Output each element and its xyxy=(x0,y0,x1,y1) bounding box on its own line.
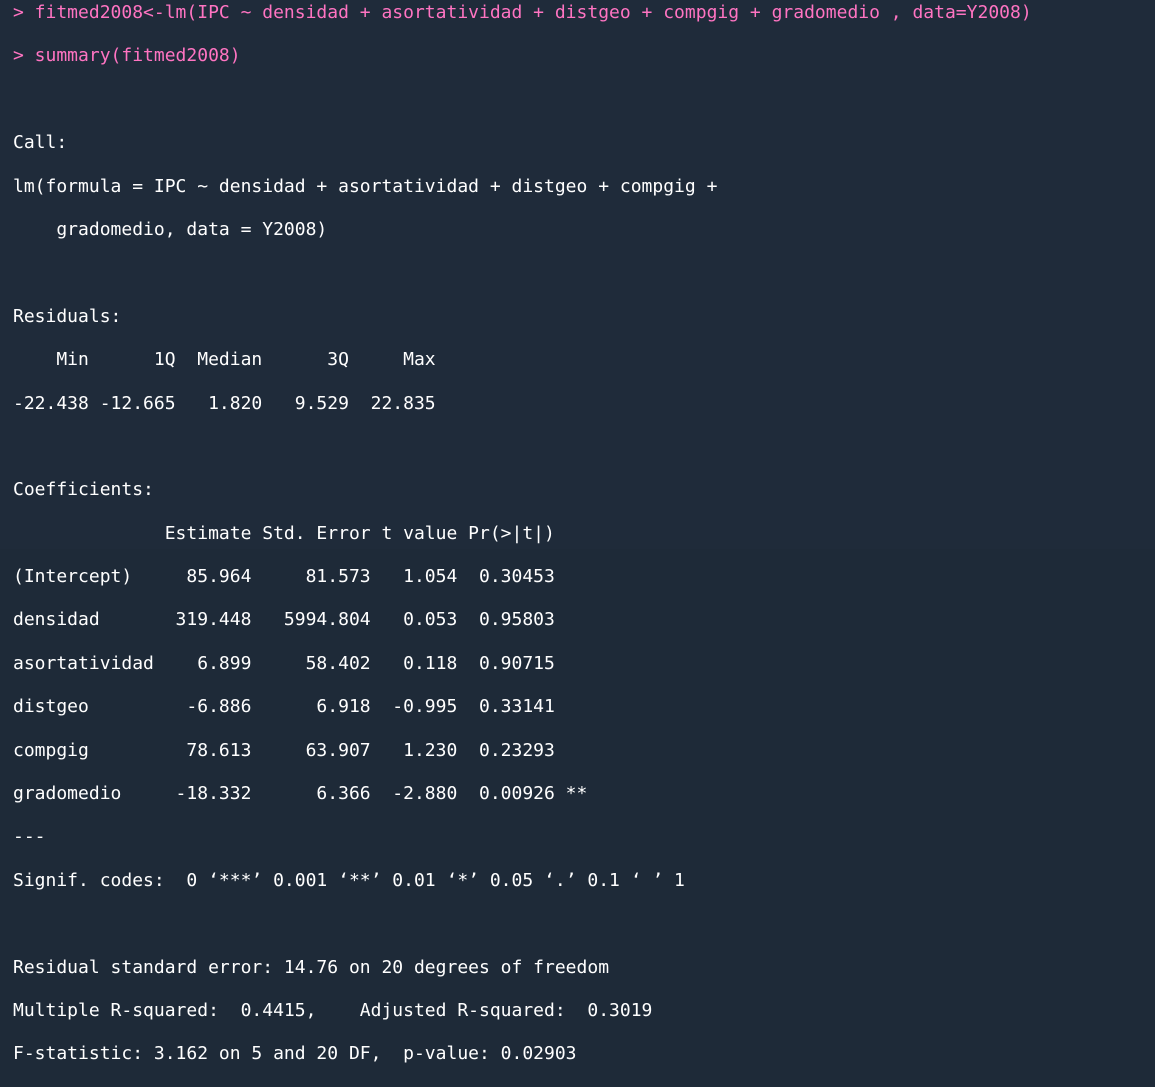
coefficient-row: asortatividad 6.899 58.402 0.118 0.90715 xyxy=(13,652,588,674)
call-formula-line: gradomedio, data = Y2008) xyxy=(13,218,328,240)
r-squared-line: Multiple R-squared: 0.4415, Adjusted R-s… xyxy=(13,999,664,1021)
residual-standard-error-line: Residual standard error: 14.76 on 20 deg… xyxy=(13,956,610,978)
r-console-output[interactable]: > fitmed2008<-lm(IPC ~ densidad + asorta… xyxy=(13,2,1032,1087)
coefficient-row: densidad 319.448 5994.804 0.053 0.95803 xyxy=(13,609,588,631)
residuals-heading: Residuals: xyxy=(13,305,122,327)
coefficient-row: compgig 78.613 63.907 1.230 0.23293 xyxy=(13,739,588,761)
coefficient-row: distgeo -6.886 6.918 -0.995 0.33141 xyxy=(13,696,588,718)
separator-line: --- xyxy=(13,826,46,848)
signif-codes-line: Signif. codes: 0 ‘***’ 0.001 ‘**’ 0.01 ‘… xyxy=(13,869,685,891)
console-command-line: > summary(fitmed2008) xyxy=(13,45,241,67)
coefficient-row: gradomedio -18.332 6.366 -2.880 0.00926 … xyxy=(13,783,588,805)
coefficients-heading: Coefficients: xyxy=(13,479,154,501)
console-command-line: > fitmed2008<-lm(IPC ~ densidad + asorta… xyxy=(13,2,1032,23)
call-heading: Call: xyxy=(13,132,68,154)
coefficient-row: (Intercept) 85.964 81.573 1.054 0.30453 xyxy=(13,566,588,588)
call-formula-line: lm(formula = IPC ~ densidad + asortativi… xyxy=(13,175,718,197)
coefficients-header-row: Estimate Std. Error t value Pr(>|t|) xyxy=(13,522,588,544)
residuals-header-row: Min 1Q Median 3Q Max xyxy=(13,349,447,371)
residuals-values-row: -22.438 -12.665 1.820 9.529 22.835 xyxy=(13,392,447,414)
f-statistic-line: F-statistic: 3.162 on 5 and 20 DF, p-val… xyxy=(13,1043,577,1065)
